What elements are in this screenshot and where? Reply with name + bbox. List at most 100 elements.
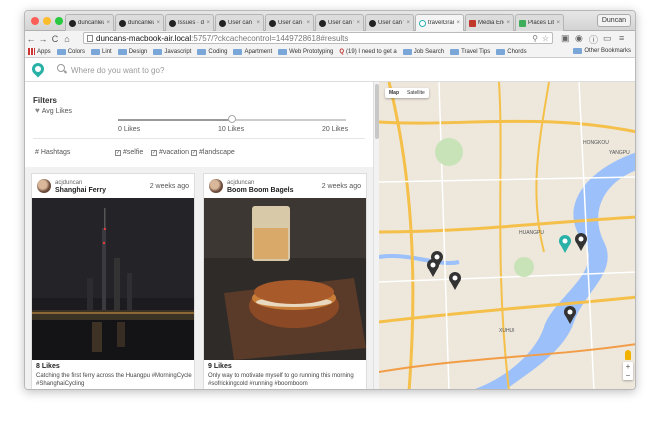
- shield-icon[interactable]: ◉: [575, 33, 583, 44]
- info-icon[interactable]: ⓘ: [589, 33, 598, 46]
- close-tab-icon[interactable]: ×: [156, 20, 160, 26]
- maximize-window-button[interactable]: [55, 17, 63, 25]
- zoom-in-button[interactable]: +: [623, 362, 633, 371]
- hashtag-label: #landscape: [199, 149, 235, 156]
- cast-icon[interactable]: ▭: [603, 33, 612, 44]
- browser-tab-active[interactable]: travelGram×: [415, 14, 464, 31]
- bookmark-apartment[interactable]: Apartment: [233, 48, 272, 55]
- close-tab-icon[interactable]: ×: [456, 20, 460, 26]
- checkbox-icon[interactable]: ✓: [151, 149, 157, 156]
- avg-likes-slider[interactable]: [118, 115, 346, 123]
- street-view-pegman-icon[interactable]: [625, 350, 631, 360]
- filters-title: Filters: [33, 96, 58, 105]
- map-type-satellite-button[interactable]: Satellite: [403, 88, 429, 98]
- bookmark-design[interactable]: Design: [117, 48, 148, 55]
- close-tab-icon[interactable]: ×: [206, 20, 210, 26]
- map-type-map-button[interactable]: Map: [385, 88, 403, 98]
- bookmark-quora[interactable]: Q (19) I need to get a: [339, 49, 396, 55]
- close-tab-icon[interactable]: ×: [406, 20, 410, 26]
- browser-tab[interactable]: Media Endp×: [465, 14, 514, 31]
- browser-tab[interactable]: User can vie×: [315, 14, 364, 31]
- browser-tab[interactable]: User can vie×: [365, 14, 414, 31]
- bookmarks-bar: Apps Colors Lint Design Javascript Codin…: [25, 46, 635, 58]
- divider: [33, 138, 365, 139]
- bookmark-travel-tips[interactable]: Travel Tips: [450, 48, 490, 55]
- forward-icon[interactable]: →: [37, 34, 49, 44]
- post-likes: 9 Likes: [208, 363, 232, 370]
- hashtag-selfie-checkbox[interactable]: ✓ #selfie: [115, 149, 143, 156]
- search-icon: [57, 64, 65, 72]
- post-location[interactable]: Boom Boom Bagels: [227, 187, 294, 194]
- close-tab-icon[interactable]: ×: [506, 20, 510, 26]
- bookmark-lint[interactable]: Lint: [91, 48, 112, 55]
- close-window-button[interactable]: [31, 17, 39, 25]
- zoom-out-button[interactable]: −: [623, 371, 633, 380]
- folder-icon: [402, 48, 412, 55]
- reload-icon[interactable]: C: [49, 34, 61, 44]
- menu-icon[interactable]: ≡: [619, 33, 624, 43]
- slider-fill: [118, 119, 232, 121]
- bookmark-job-search[interactable]: Job Search: [402, 48, 444, 55]
- post-location[interactable]: Shanghai Ferry: [55, 187, 106, 194]
- bookmark-coding[interactable]: Coding: [197, 48, 227, 55]
- window-controls: [31, 17, 63, 25]
- avatar[interactable]: [209, 179, 223, 193]
- post-photo-skyline[interactable]: [32, 198, 194, 360]
- map-type-control: Map Satellite: [385, 88, 429, 98]
- browser-tab[interactable]: User can se×: [215, 14, 264, 31]
- tab-label: Places Libra: [528, 20, 554, 26]
- profile-button[interactable]: Duncan: [596, 14, 631, 27]
- close-tab-icon[interactable]: ×: [256, 20, 260, 26]
- github-icon: [319, 19, 326, 27]
- url-path: :5757/?ckcachecontrol=1449728618#results: [191, 34, 349, 43]
- bookmark-web-prototyping[interactable]: Web Prototyping: [278, 48, 333, 55]
- extension-icon[interactable]: ▣: [561, 33, 570, 44]
- bookmark-apps[interactable]: Apps: [28, 48, 51, 55]
- folder-icon: [233, 48, 243, 55]
- close-tab-icon[interactable]: ×: [106, 20, 110, 26]
- bookmark-label: Design: [128, 48, 148, 55]
- post-caption: Catching the first ferry across the Huan…: [36, 373, 192, 387]
- bookmark-star-icon[interactable]: ☆: [542, 33, 549, 44]
- hashtag-landscape-checkbox[interactable]: ✓ #landscape: [191, 149, 235, 156]
- folder-icon: [56, 48, 66, 55]
- browser-tab[interactable]: Places Libra×: [515, 14, 564, 31]
- other-bookmarks[interactable]: Other Bookmarks: [573, 48, 631, 54]
- home-icon[interactable]: ⌂: [61, 34, 73, 44]
- close-tab-icon[interactable]: ×: [356, 20, 360, 26]
- address-bar[interactable]: duncans-macbook-air.local:5757/?ckcachec…: [83, 32, 553, 44]
- zoom-icon[interactable]: ⚲: [532, 33, 538, 44]
- checkbox-icon[interactable]: ✓: [115, 149, 121, 156]
- browser-tab[interactable]: User can se×: [265, 14, 314, 31]
- back-icon[interactable]: ←: [25, 34, 37, 44]
- browser-toolbar: ← → C ⌂ duncans-macbook-air.local:5757/?…: [25, 31, 635, 46]
- avatar[interactable]: [37, 179, 51, 193]
- bookmark-chords[interactable]: Chords: [496, 48, 527, 55]
- browser-tab[interactable]: Issues · dun×: [165, 14, 214, 31]
- post-photo-bagel[interactable]: [204, 198, 366, 360]
- close-tab-icon[interactable]: ×: [556, 20, 560, 26]
- hashtag-vacation-checkbox[interactable]: ✓ #vacation: [151, 149, 189, 156]
- close-tab-icon[interactable]: ×: [306, 20, 310, 26]
- post-card[interactable]: acjduncan Shanghai Ferry 2 weeks ago 8 L…: [31, 173, 195, 389]
- map-view[interactable]: HUANGPU HONGKOU XUHUI YANGPU Map Satelli…: [379, 82, 636, 390]
- tab-label: Issues · dun: [178, 20, 205, 26]
- browser-tab[interactable]: duncanleung×: [65, 14, 114, 31]
- post-card[interactable]: acjduncan Boom Boom Bagels 2 weeks ago 9…: [203, 173, 367, 389]
- zoom-control: + −: [623, 362, 633, 380]
- browser-window: duncanleung× duncanleung× Issues · dun× …: [24, 10, 636, 390]
- slider-handle[interactable]: [228, 115, 236, 123]
- bookmark-javascript[interactable]: Javascript: [153, 48, 191, 55]
- bookmark-label: Apps: [37, 48, 51, 55]
- page-icon: [87, 35, 93, 42]
- bookmark-colors[interactable]: Colors: [56, 48, 85, 55]
- destination-search-input[interactable]: Where do you want to go?: [71, 66, 164, 75]
- minimize-window-button[interactable]: [43, 17, 51, 25]
- apps-icon: [28, 48, 35, 55]
- post-username[interactable]: acjduncan: [55, 180, 82, 186]
- browser-tab[interactable]: duncanleung×: [115, 14, 164, 31]
- map-canvas[interactable]: HUANGPU HONGKOU XUHUI YANGPU: [379, 82, 636, 390]
- post-username[interactable]: acjduncan: [227, 180, 254, 186]
- travelgram-logo-icon[interactable]: [29, 60, 47, 78]
- checkbox-icon[interactable]: ✓: [191, 149, 197, 156]
